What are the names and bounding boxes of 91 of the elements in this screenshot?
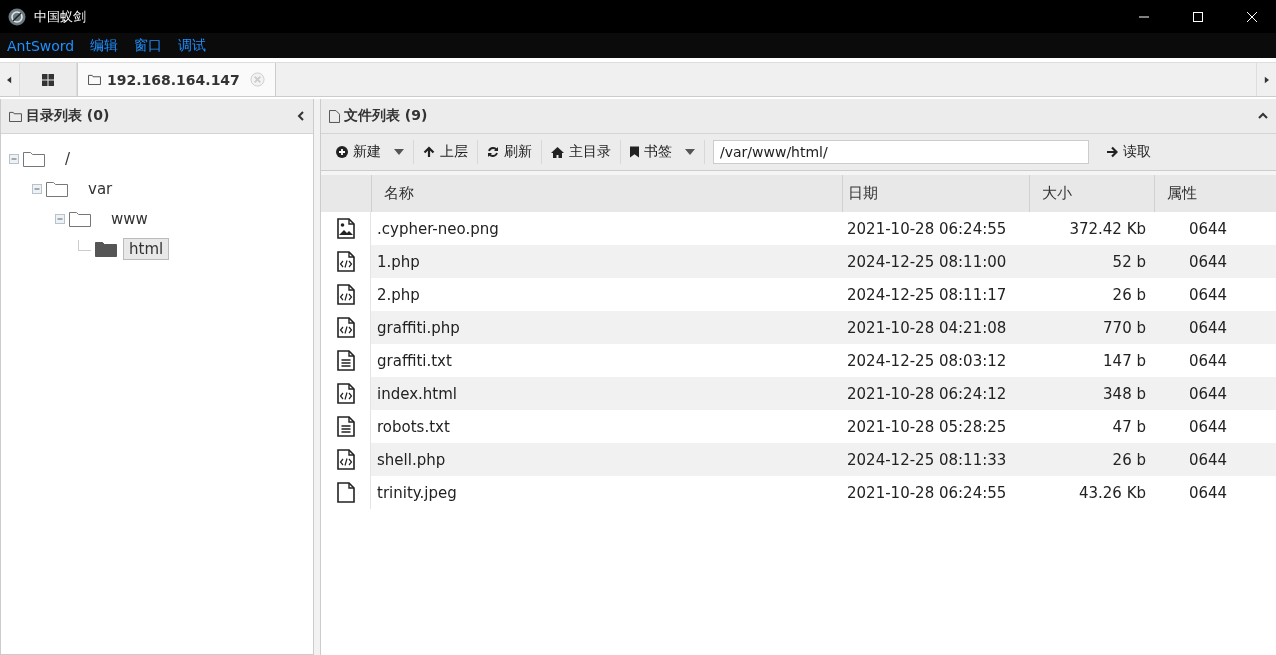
date-cell-text: 2021-10-28 05:28:25 [846, 417, 1008, 436]
code-file-icon [336, 449, 355, 470]
file-name-cell-text: shell.php [376, 450, 447, 469]
date-cell-text: 2024-12-25 08:11:33 [846, 450, 1008, 469]
file-name-cell-text: 1.php [376, 252, 421, 271]
tree-item[interactable]: www [105, 208, 154, 230]
permission-cell-text: 0644 [1187, 285, 1229, 304]
date-cell-text: 2021-10-28 06:24:55 [846, 483, 1008, 502]
tree-item[interactable]: html [123, 238, 170, 260]
menu-item[interactable]: 调试 [178, 36, 207, 55]
panel-splitter[interactable] [314, 99, 321, 655]
permission-cell-text: 0644 [1187, 351, 1229, 370]
code-file-icon [336, 383, 355, 404]
size-cell-text: 348 b [1102, 384, 1147, 403]
arrow-up-icon [423, 146, 435, 158]
date-cell-text: 2024-12-25 08:11:17 [846, 285, 1008, 304]
plus-circle-icon [336, 146, 348, 158]
path-field[interactable]: /var/www/html/ [713, 140, 1089, 164]
text-file-icon [336, 416, 355, 437]
bookmark-icon [630, 146, 639, 158]
folder-icon [9, 110, 22, 122]
size-cell-text: 26 b [1111, 285, 1147, 304]
code-file-icon [336, 317, 355, 338]
date-cell-text: 2021-10-28 06:24:55 [846, 219, 1008, 238]
folder-icon [69, 211, 91, 227]
connection-tab[interactable]: 192.168.164.147 [77, 63, 276, 96]
toolbar-button[interactable]: 刷新 [478, 139, 541, 165]
file-name-cell-text: index.html [376, 384, 458, 403]
toolbar-button[interactable]: 上层 [414, 139, 477, 165]
folder-icon [95, 241, 117, 257]
date-cell-text: 2024-12-25 08:03:12 [846, 351, 1008, 370]
tree-item[interactable]: var [82, 178, 119, 200]
permission-cell-text: 0644 [1187, 483, 1229, 502]
size-cell-text: 26 b [1111, 450, 1147, 469]
date-cell-text: 2024-12-25 08:11:00 [846, 252, 1008, 271]
collapse-toggle-icon[interactable] [55, 214, 65, 224]
panel-title: 目录列表 (0) [26, 107, 110, 125]
permission-cell-text: 0644 [1187, 450, 1229, 469]
size-cell-text: 147 b [1102, 351, 1147, 370]
folder-icon [46, 181, 68, 197]
file-icon [329, 109, 340, 123]
arrow-right-icon [1106, 146, 1118, 158]
permission-cell-text: 0644 [1187, 252, 1229, 271]
code-file-icon [336, 251, 355, 272]
file-name-cell-text: graffiti.php [376, 318, 461, 337]
close-icon[interactable] [1246, 10, 1258, 23]
menu-item[interactable]: 编辑 [90, 36, 119, 55]
collapse-icon[interactable] [297, 111, 305, 121]
toolbar-button[interactable]: 新建 [327, 139, 413, 165]
read-button[interactable]: 读取 [1097, 139, 1160, 165]
home-icon [551, 146, 564, 158]
image-file-icon [336, 218, 355, 239]
toolbar-button[interactable]: 主目录 [542, 139, 620, 165]
toolbar-button[interactable]: 书签 [621, 139, 704, 165]
caret-left-icon [7, 75, 12, 84]
grid-icon [42, 73, 54, 86]
tree-item[interactable]: / [59, 148, 77, 170]
panel-title: 文件列表 (9) [344, 107, 428, 125]
collapse-icon[interactable] [1258, 112, 1268, 120]
collapse-toggle-icon[interactable] [9, 154, 19, 164]
menu-item[interactable]: AntSword [7, 37, 75, 54]
date-cell-text: 2021-10-28 06:24:12 [846, 384, 1008, 403]
size-cell-text: 47 b [1111, 417, 1147, 436]
menu-item[interactable]: 窗口 [134, 36, 163, 55]
file-name-cell-text: .cypher-neo.png [376, 219, 500, 238]
close-tab-icon[interactable] [249, 72, 265, 87]
size-cell-text: 372.42 Kb [1068, 219, 1147, 238]
caret-right-icon [1264, 75, 1269, 84]
date-cell-text: 2021-10-28 04:21:08 [846, 318, 1008, 337]
file-name-cell-text: graffiti.txt [376, 351, 453, 370]
file-icon [336, 482, 355, 503]
collapse-toggle-icon[interactable] [32, 184, 42, 194]
refresh-icon [487, 146, 499, 158]
text-file-icon [336, 350, 355, 371]
permission-cell-text: 0644 [1187, 384, 1229, 403]
folder-icon [88, 74, 101, 85]
size-cell-text: 43.26 Kb [1077, 483, 1147, 502]
window-title: 中国蚁剑 [34, 7, 86, 26]
code-file-icon [336, 284, 355, 305]
permission-cell-text: 0644 [1187, 318, 1229, 337]
app-logo-icon [8, 7, 26, 26]
dashboard-tab[interactable] [20, 63, 77, 96]
permission-cell-text: 0644 [1187, 219, 1229, 238]
size-cell-text: 52 b [1111, 252, 1147, 271]
file-name-cell-text: 2.php [376, 285, 421, 304]
maximize-icon[interactable] [1192, 10, 1204, 23]
folder-icon [23, 151, 45, 167]
size-cell-text: 770 b [1102, 318, 1147, 337]
file-name-cell-text: robots.txt [376, 417, 451, 436]
file-name-cell-text: trinity.jpeg [376, 483, 458, 502]
permission-cell-text: 0644 [1187, 417, 1229, 436]
